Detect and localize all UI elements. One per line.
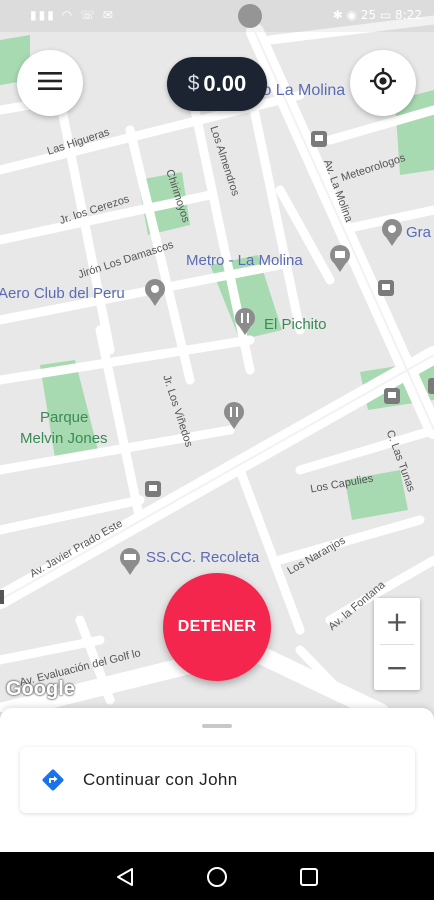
continue-card[interactable]: Continuar con John [20,747,415,813]
recents-button[interactable] [296,864,322,890]
zoom-controls: + − [374,598,420,690]
fare-display: $ 0.00 [167,57,267,111]
status-left-icons: ▮▮▮ ◠ ☏ ✉ [30,8,115,22]
status-right-info: ✱ ◉ 25 ▭ 8:22 [332,8,422,22]
zoom-out-button[interactable]: − [374,644,420,690]
continue-label: Continuar con John [83,770,238,789]
sheet-drag-handle[interactable] [202,724,232,728]
my-location-button[interactable] [350,50,416,116]
recents-icon [300,868,318,886]
map-label: Metro - La Molina [186,252,303,269]
back-icon [117,868,133,886]
crosshair-icon [369,67,397,100]
map-label: to La Molina [258,82,346,99]
zoom-in-button[interactable]: + [374,598,420,644]
google-logo: Google [6,678,75,700]
status-bar: ▮▮▮ ◠ ☏ ✉ ✱ ◉ 25 ▭ 8:22 [0,0,434,32]
map-label: SS.CC. Recoleta [146,549,260,566]
map-label: El Pichito [264,316,327,333]
zoom-divider [380,644,414,645]
map-label: Gra [406,224,432,241]
stop-button[interactable]: DETENER [163,573,271,681]
fare-amount: 0.00 [203,71,247,96]
hamburger-icon [37,71,63,96]
directions-icon [41,768,65,792]
android-nav-bar [0,852,434,900]
back-button[interactable] [112,864,138,890]
currency-symbol: $ [187,72,200,95]
bottom-sheet: Continuar con John [0,708,434,852]
home-icon [207,867,227,887]
menu-button[interactable] [17,50,83,116]
map-label: Melvin Jones [20,430,108,447]
map-label: Aero Club del Peru [0,285,125,302]
home-button[interactable] [204,864,230,890]
map-label: Parque [40,409,89,426]
